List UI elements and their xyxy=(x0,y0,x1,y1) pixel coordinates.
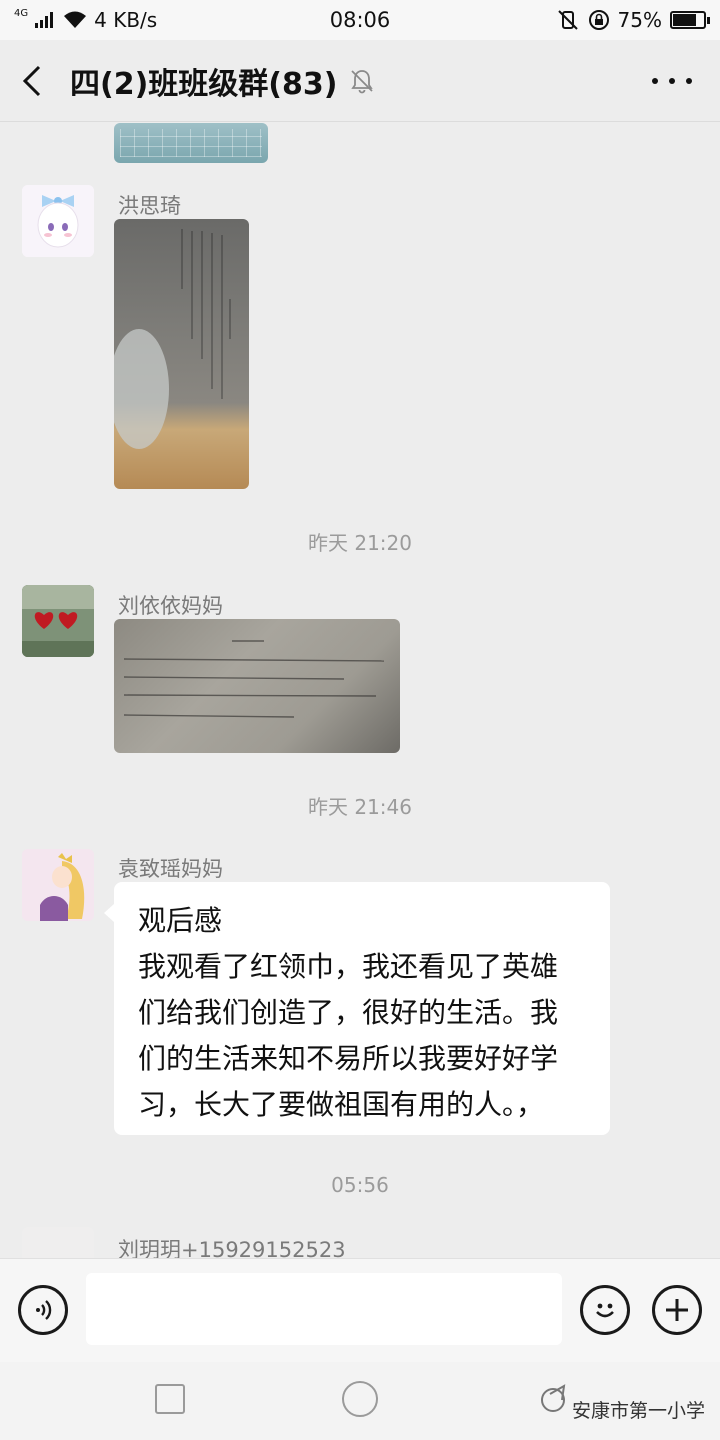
text-message-bubble[interactable]: 观后感 我观看了红领巾，我还看见了英雄 们给我们创造了，很好的生活。我 们的生活… xyxy=(104,882,610,1135)
voice-button[interactable] xyxy=(18,1285,68,1335)
more-dots-icon xyxy=(652,78,658,84)
system-nav-bar: 安康市第一小学 xyxy=(0,1362,720,1440)
network-type: 4G xyxy=(14,8,29,19)
chevron-left-icon xyxy=(22,65,41,96)
more-options-button[interactable] xyxy=(652,68,692,94)
message-input[interactable] xyxy=(86,1273,562,1345)
wifi-icon xyxy=(64,11,87,28)
group-title[interactable]: 四(2)班班级群(83) xyxy=(70,59,337,103)
sender-name: 刘玥玥+15929152523 xyxy=(118,1238,346,1258)
avatar-princess xyxy=(22,849,94,921)
timestamp: 昨天 21:20 xyxy=(308,531,412,555)
message-line: 观后感 xyxy=(138,904,223,937)
wechat-logo-icon xyxy=(541,1384,566,1412)
status-bar: 4G 4 KB/s 08:06 75% xyxy=(0,0,720,40)
image-message-partial[interactable] xyxy=(114,123,268,163)
chat-messages[interactable]: 洪思琦 昨天 21:20 刘依依妈妈 昨天 21:46 袁致瑶妈妈 观后感 我观… xyxy=(0,123,720,1258)
message-line: 们的生活来知不易所以我要好好学 xyxy=(138,1042,559,1075)
avatar[interactable] xyxy=(22,849,94,921)
plus-icon xyxy=(666,1299,688,1321)
battery-percent: 75% xyxy=(617,8,662,32)
network-speed: 4 KB/s xyxy=(94,8,158,32)
back-button[interactable] xyxy=(0,40,64,122)
avatar[interactable] xyxy=(22,1227,94,1258)
bell-off-icon xyxy=(351,69,374,93)
emoji-icon xyxy=(596,1303,614,1318)
message-line: 们给我们创造了，很好的生活。我 xyxy=(138,996,559,1029)
photo-content xyxy=(114,229,231,449)
avatar[interactable] xyxy=(22,185,94,257)
sender-name: 袁致瑶妈妈 xyxy=(118,857,223,881)
avatar-hearts xyxy=(22,585,94,657)
status-time: 08:06 xyxy=(329,8,391,32)
chat-header: 四(2)班班级群(83) xyxy=(0,40,720,122)
voice-icon xyxy=(36,1300,52,1320)
photo-content xyxy=(123,640,385,718)
recent-apps-button[interactable] xyxy=(155,1384,185,1414)
vibrate-off-icon xyxy=(557,10,578,30)
battery-fill xyxy=(673,14,696,26)
avatar-anime-girl xyxy=(22,185,94,257)
sender-name: 刘依依妈妈 xyxy=(118,594,223,618)
plus-button[interactable] xyxy=(652,1285,702,1335)
status-right: 75% xyxy=(426,8,710,32)
avatar[interactable] xyxy=(22,585,94,657)
home-button[interactable] xyxy=(342,1381,378,1417)
image-message[interactable] xyxy=(114,619,400,753)
timestamp: 昨天 21:46 xyxy=(308,795,412,819)
more-dot xyxy=(686,78,692,84)
timestamp: 05:56 xyxy=(331,1173,389,1197)
message-line: 我观看了红领巾，我还看见了英雄 xyxy=(138,950,559,983)
input-bar xyxy=(0,1258,720,1362)
battery-icon xyxy=(670,11,710,29)
emoji-button[interactable] xyxy=(580,1285,630,1335)
status-left: 4G 4 KB/s xyxy=(14,8,294,32)
signal-icon xyxy=(35,12,54,28)
image-message[interactable] xyxy=(114,219,249,489)
message-line: 习，长大了要做祖国有用的人。， xyxy=(138,1088,545,1121)
rotation-lock-icon xyxy=(588,10,609,30)
watermark-text: 安康市第一小学 xyxy=(572,1400,706,1422)
more-dot xyxy=(669,78,675,84)
sender-name: 洪思琦 xyxy=(118,194,181,218)
